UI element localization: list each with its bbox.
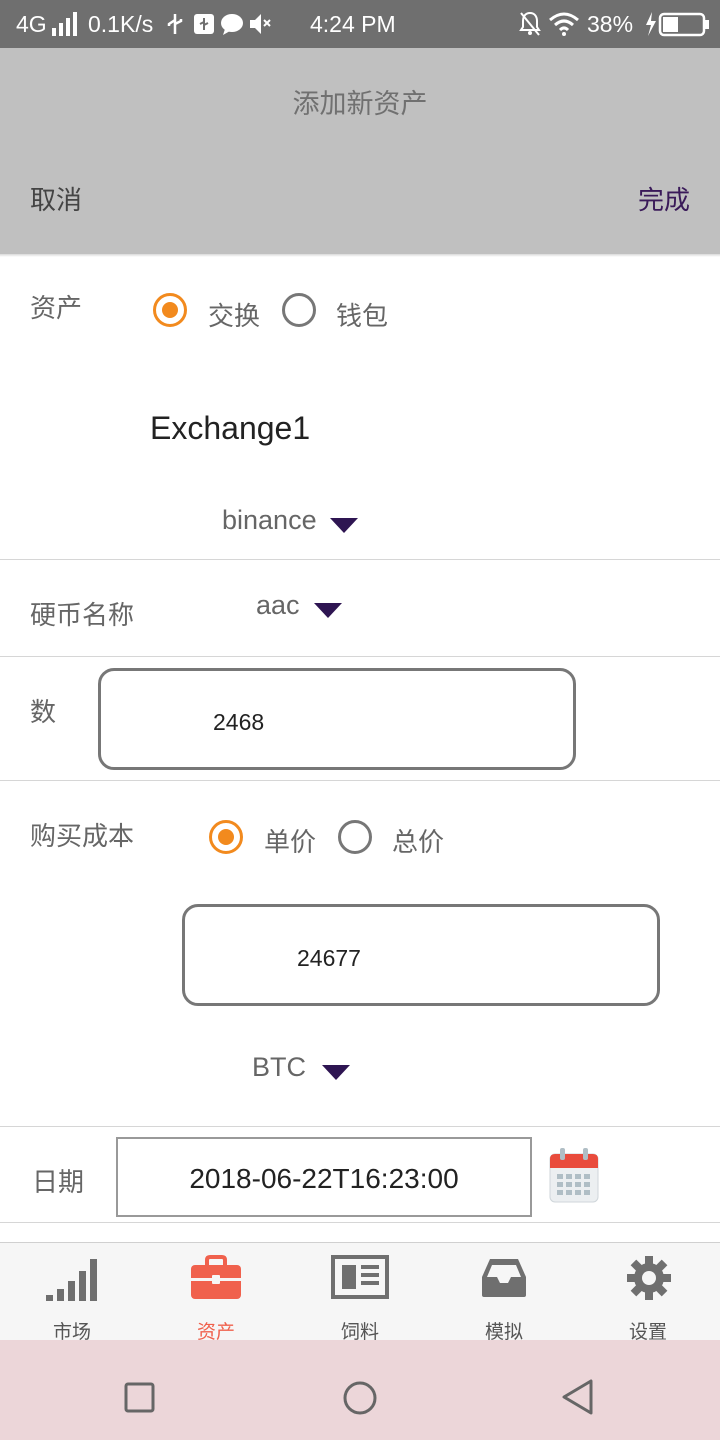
usb-icon	[167, 14, 183, 34]
battery-percent: 38%	[587, 11, 634, 37]
signal-icon	[52, 12, 77, 36]
tab-settings[interactable]: 设置	[576, 1243, 720, 1343]
purchase-cost-label: 购买成本	[30, 822, 135, 852]
status-bar: 4G 0.1K/s 4:24 PM 38%	[0, 0, 720, 48]
exchange-name-input[interactable]: Exchange1	[150, 410, 310, 447]
message-icon	[221, 14, 243, 35]
page-title: 添加新资产	[292, 89, 428, 120]
exchange-select[interactable]: binance	[222, 505, 317, 536]
cancel-button[interactable]: 取消	[30, 180, 82, 217]
signal-bars-icon	[46, 1259, 97, 1301]
quantity-input[interactable]: 2468	[98, 668, 576, 770]
radio-unit-price[interactable]	[209, 820, 243, 854]
coin-dropdown-caret-icon[interactable]	[314, 603, 342, 618]
wifi-icon	[549, 12, 579, 36]
divider	[0, 1222, 720, 1223]
notification-off-icon	[519, 11, 541, 36]
tab-simulate[interactable]: 模拟	[432, 1243, 576, 1343]
radio-unit-price-label[interactable]: 单价	[264, 822, 316, 859]
home-button[interactable]	[342, 1380, 378, 1416]
back-button[interactable]	[560, 1378, 596, 1416]
cost-value: 24677	[297, 945, 361, 971]
calendar-icon[interactable]	[548, 1146, 600, 1204]
tab-market[interactable]: 市场	[0, 1243, 144, 1343]
header-shadow	[0, 254, 720, 257]
system-nav-bar	[0, 1340, 720, 1440]
volume-muted-icon	[250, 14, 271, 34]
network-type: 4G	[16, 11, 47, 37]
divider	[0, 780, 720, 781]
battery-charging-icon	[646, 12, 709, 37]
header-bar	[0, 48, 720, 254]
tab-feed[interactable]: 饲料	[288, 1243, 432, 1343]
cost-input[interactable]: 24677	[182, 904, 660, 1006]
coin-select[interactable]: aac	[256, 590, 300, 621]
gear-icon	[627, 1256, 671, 1300]
recent-apps-button[interactable]	[124, 1382, 156, 1414]
newspaper-icon	[331, 1255, 389, 1299]
divider	[0, 1126, 720, 1127]
radio-exchange-label[interactable]: 交换	[208, 296, 260, 333]
date-label: 日期	[32, 1168, 85, 1198]
divider	[0, 559, 720, 560]
briefcase-icon	[191, 1255, 241, 1299]
currency-select[interactable]: BTC	[252, 1052, 306, 1083]
done-button[interactable]: 完成	[638, 180, 690, 217]
quantity-label: 数	[30, 698, 57, 728]
radio-exchange[interactable]	[153, 293, 187, 327]
inbox-tray-icon	[482, 1259, 526, 1297]
date-value: 2018-06-22T16:23:00	[189, 1163, 459, 1194]
usb-debug-icon	[194, 14, 214, 34]
clock: 4:24 PM	[310, 11, 396, 37]
radio-total-price[interactable]	[338, 820, 372, 854]
radio-wallet-label[interactable]: 钱包	[336, 296, 388, 333]
tab-assets[interactable]: 资产	[144, 1243, 288, 1343]
coin-name-label: 硬币名称	[30, 601, 135, 631]
divider	[0, 656, 720, 657]
radio-wallet[interactable]	[282, 293, 316, 327]
exchange-dropdown-caret-icon[interactable]	[330, 518, 358, 533]
date-input[interactable]: 2018-06-22T16:23:00	[116, 1137, 532, 1217]
quantity-value: 2468	[213, 709, 265, 735]
bottom-tab-bar: 市场 资产 饲料 模拟 设置	[0, 1242, 720, 1343]
asset-label: 资产	[30, 294, 83, 324]
currency-dropdown-caret-icon[interactable]	[322, 1065, 350, 1080]
network-speed: 0.1K/s	[88, 11, 154, 37]
radio-total-price-label[interactable]: 总价	[392, 822, 444, 859]
